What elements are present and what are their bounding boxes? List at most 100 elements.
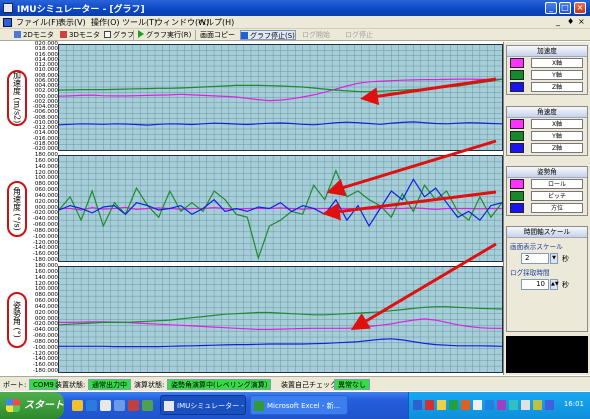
timescale-title: 時間軸スケール [507,227,587,238]
legend-row[interactable]: X軸 [509,119,585,130]
menu-bar: ファイル(F) 表示(V) 操作(O) ツール(T) ウィンドウ(W) ヘルプ(… [0,16,590,29]
tray-icon[interactable] [473,400,482,410]
legend-row[interactable]: Y軸 [509,131,585,142]
color-swatch[interactable] [510,58,524,68]
graph-run-button[interactable]: グラフ実行(R) [138,30,191,40]
taskbar: スタート IMUシミュレーター - [グラ... Microsoft Excel… [0,392,590,419]
log-duration-value[interactable]: 10 [521,279,549,290]
monitor-2d-button[interactable]: 2Dモニタ [14,30,54,40]
port-label: ポート: [3,381,27,389]
maximize-button[interactable]: □ [559,2,571,14]
quicklaunch-icon[interactable] [100,400,111,411]
child-restore-button[interactable]: ♦ [567,17,574,26]
menu-file[interactable]: ファイル(F) [16,17,59,28]
display-scale-value[interactable]: 2 [521,253,549,264]
calc-state-value: 姿勢角演算中(レベリング演算) [167,379,272,390]
status-bar: ポート: COM9 装置状態: 通常出力中 演算状態: 姿勢角演算中(レベリング… [0,376,590,391]
speaker-icon[interactable] [545,400,554,410]
color-swatch[interactable] [510,131,524,141]
system-tray: 16:01 [408,392,590,419]
legend-row[interactable]: Z軸 [509,143,585,154]
menu-help[interactable]: ヘルプ(H) [198,17,234,28]
close-button[interactable]: × [574,2,586,14]
chevron-down-icon[interactable]: ▼ [550,253,558,264]
tray-icon[interactable] [533,400,542,410]
minimize-button[interactable]: _ [545,2,557,14]
toolbar-separator [195,30,196,40]
plot-canvas [58,44,503,151]
quicklaunch-icon[interactable] [128,400,139,411]
tray-icon[interactable] [521,400,530,410]
legend-row[interactable]: ロール [509,179,585,190]
task-imu-simulator[interactable]: IMUシミュレーター - [グラ... [160,395,246,415]
spin-updown-icon[interactable]: ▲▼ [550,279,559,290]
tray-icon[interactable] [437,400,446,410]
tray-icon[interactable] [509,400,518,410]
toolbar-separator [133,30,134,40]
quicklaunch-icon[interactable] [72,400,83,411]
windows-logo-icon [6,399,20,412]
screen-copy-button[interactable]: 画面コピー [200,30,235,40]
accel-legend-group: 加速度 X軸 Y軸 Z軸 [506,45,588,95]
color-swatch[interactable] [510,70,524,80]
color-swatch[interactable] [510,82,524,92]
task-excel[interactable]: Microsoft Excel - 新... [250,395,348,415]
y-axis-label: 角速度 (°/s) [12,186,22,231]
y-tick-labels: 180.000 160.000 140.000 120.000 100.000 080.0… [30,263,58,373]
graph-stop-button[interactable]: グラフ停止(S) [240,30,296,40]
timescale-group: 時間軸スケール 画面表示スケール 2 ▼ 秒 ログ採取時間 10 ▲▼ 秒 [506,226,588,332]
log-stop-button[interactable]: ログ停止 [345,30,373,40]
legend-row[interactable]: ピッチ [509,191,585,202]
display-scale-select[interactable]: 2 ▼ 秒 [521,253,584,264]
accel-legend-title: 加速度 [507,46,587,57]
graph-button[interactable]: グラフ [104,30,134,40]
tray-icon[interactable] [425,400,434,410]
start-button[interactable]: スタート [0,392,64,419]
y-axis-label: 姿勢角 (°) [12,301,22,338]
menu-view[interactable]: 表示(V) [58,17,86,28]
tray-icon[interactable] [497,400,506,410]
display-scale-label: 画面表示スケール [510,243,563,251]
color-swatch[interactable] [510,143,524,153]
legend-row[interactable]: Z軸 [509,82,585,93]
display-scale-unit: 秒 [562,255,569,263]
color-swatch[interactable] [510,191,524,201]
color-swatch[interactable] [510,203,524,213]
device-state-value: 通常出力中 [88,379,131,390]
monitor-3d-icon [60,31,67,38]
log-duration-stepper[interactable]: 10 ▲▼ 秒 [521,279,584,290]
child-minimize-button[interactable]: _ [556,17,560,26]
legend-label: ロール [531,179,583,189]
quicklaunch-icon[interactable] [142,400,153,411]
line-chart [59,156,502,261]
port-value: COM9 [29,379,58,390]
axis-label-annotation: 姿勢角 (°) [7,291,27,348]
selfcheck-value: 異常なし [334,379,370,390]
legend-row[interactable]: Y軸 [509,70,585,81]
child-window-icon[interactable] [3,18,12,27]
legend-row[interactable]: 方位 [509,203,585,214]
color-swatch[interactable] [510,179,524,189]
legend-label: Z軸 [531,143,583,153]
log-start-button[interactable]: ログ開始 [302,30,330,40]
color-swatch[interactable] [510,119,524,129]
quicklaunch-icon[interactable] [114,400,125,411]
legend-panel: 加速度 X軸 Y軸 Z軸 角速度 X軸 Y軸 Z軸 姿勢角 ロール ピッチ 方位… [503,42,590,375]
tray-icon[interactable] [485,400,494,410]
legend-label: X軸 [531,119,583,129]
menu-operation[interactable]: 操作(O) [91,17,120,28]
monitor-3d-button[interactable]: 3Dモニタ [60,30,100,40]
app-icon [3,3,13,13]
legend-row[interactable]: X軸 [509,58,585,69]
tray-icon[interactable] [449,400,458,410]
child-close-button[interactable]: × [578,17,585,26]
quicklaunch-icon[interactable] [86,400,97,411]
line-chart [59,267,502,372]
legend-label: ピッチ [531,191,583,201]
ime-icon[interactable] [413,400,422,410]
graph-row: 角速度 (°/s) 180.000 160.000 140.000 120.000 100… [0,152,503,264]
window-title: IMUシミュレーター - [グラフ] [17,5,145,15]
menu-tools[interactable]: ツール(T) [122,17,157,28]
tray-icon[interactable] [461,400,470,410]
legend-label: Y軸 [531,131,583,141]
